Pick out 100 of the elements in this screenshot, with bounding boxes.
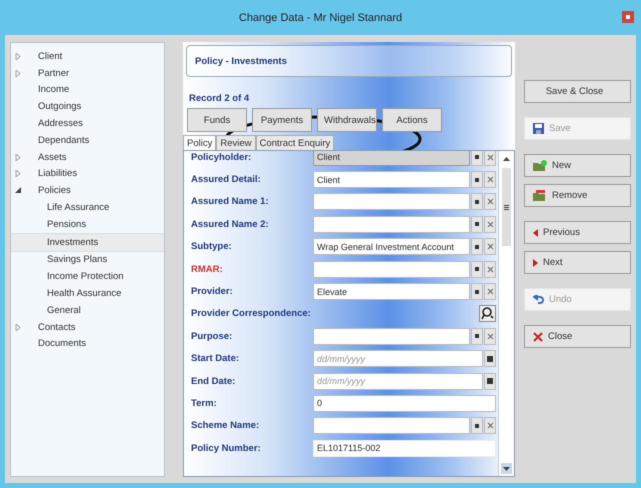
tree-item[interactable]: Contacts [35,320,78,334]
field-label: Purpose: [191,330,234,342]
triangle-right-icon [533,258,538,266]
action-button[interactable]: Close [524,325,631,348]
tree-item[interactable]: Outgoings [35,100,84,114]
text-field[interactable]: 0 [313,394,496,412]
scroll-down-icon[interactable] [503,466,510,470]
clear-button[interactable] [484,417,496,434]
field-label: Assured Name 2: [191,218,270,230]
clear-button[interactable] [484,328,496,345]
clear-button[interactable] [484,151,496,166]
field-label: Assured Detail: [191,174,262,186]
calendar-button[interactable] [484,350,496,368]
folder-add-icon [533,160,547,171]
combo-field[interactable] [313,328,470,345]
action-button[interactable]: Remove [524,184,631,207]
tab[interactable]: Policy [183,135,216,150]
scrollbar[interactable] [498,151,514,476]
tree-item[interactable]: Health Assurance [11,285,164,302]
combo-field[interactable] [313,193,470,210]
tree-item[interactable]: Partner [35,66,72,80]
combo-field[interactable] [313,260,470,278]
grip-icon[interactable] [504,204,509,210]
tree-item[interactable]: Savings Plans [11,252,164,268]
action-button[interactable]: New [524,154,631,177]
clear-icon [486,220,494,228]
clear-icon [486,332,494,340]
combo-field[interactable]: Client [313,171,470,188]
dropdown-button[interactable] [471,283,483,300]
undo-icon [533,294,544,304]
dropdown-button[interactable] [471,328,483,345]
tree-item[interactable]: Assets [35,150,70,164]
panel-title: Policy - Investments [195,56,287,66]
combo-field[interactable] [313,216,470,233]
dropdown-button[interactable] [471,151,483,166]
dropdown-button[interactable] [471,417,483,434]
record-counter: Record 2 of 4 [189,93,250,104]
tree-item[interactable]: Addresses [35,117,86,130]
clear-button[interactable] [484,260,496,278]
text-field[interactable]: EL1017115-002 [313,440,496,457]
tree-item[interactable]: Liabilities [35,167,80,180]
search-icon [481,307,494,320]
clear-icon [486,288,494,296]
tree-item[interactable]: Policies [35,184,74,198]
dropdown-icon [475,244,479,249]
combo-field[interactable]: Elevate [313,283,470,300]
clear-button[interactable] [484,171,496,188]
calendar-button[interactable] [484,372,496,390]
scroll-up-icon[interactable] [503,156,510,160]
dropdown-icon [475,178,479,182]
search-button[interactable] [479,305,496,322]
tree-item[interactable]: General [11,302,164,319]
clear-button[interactable] [484,283,496,300]
tree-item[interactable]: Pensions [11,216,164,233]
dropdown-button[interactable] [471,171,483,188]
action-button[interactable]: Save & Close [524,80,631,103]
calendar-icon [487,378,493,384]
tree-item[interactable]: Life Assurance [11,199,164,216]
clear-icon [486,198,494,206]
folder-remove-icon [533,190,547,201]
dropdown-icon [475,222,479,226]
selected-tree-item[interactable]: Investments [11,232,164,252]
calendar-icon [487,356,493,362]
clear-button[interactable] [484,238,496,256]
field-label: Subtype: [191,241,233,252]
combo-field[interactable] [313,417,470,434]
tree-item[interactable]: Documents [35,337,90,350]
tree-item[interactable]: Income [35,83,72,96]
clear-icon [486,154,494,161]
triangle-left-icon [533,228,538,236]
close-icon [533,332,543,342]
dropdown-button[interactable] [471,238,483,256]
tree-item[interactable]: Client [35,50,66,63]
dropdown-icon [475,290,479,294]
clear-icon [486,243,494,250]
dropdown-button[interactable] [471,193,483,210]
field-label: Assured Name 1: [191,196,270,208]
field-label: Scheme Name: [191,420,260,432]
dropdown-button[interactable] [471,260,483,278]
clear-button[interactable] [484,216,496,233]
tree-item[interactable]: Income Protection [11,268,164,286]
combo-field[interactable]: Wrap General Investment Account [313,238,470,256]
dropdown-icon [475,200,479,204]
clear-icon [486,422,494,430]
action-button[interactable]: Next [524,251,631,274]
clear-icon [486,176,494,184]
field-label: Provider: [191,286,234,298]
dropdown-icon [475,155,479,160]
expanded-arrow-icon[interactable] [14,187,23,194]
field-label: Policy Number: [191,442,262,454]
field-label: Term: [191,398,218,409]
dropdown-icon [475,424,479,428]
window-title: Change Data - Mr Nigel Stannard [238,12,402,24]
dropdown-button[interactable] [471,216,483,233]
close-window-button[interactable] [622,11,634,23]
clear-button[interactable] [484,193,496,210]
clear-icon [486,266,494,273]
field-label: Start Date: [191,353,240,364]
tree-item[interactable]: Dependants [35,134,92,147]
action-button[interactable]: Previous [524,221,631,244]
